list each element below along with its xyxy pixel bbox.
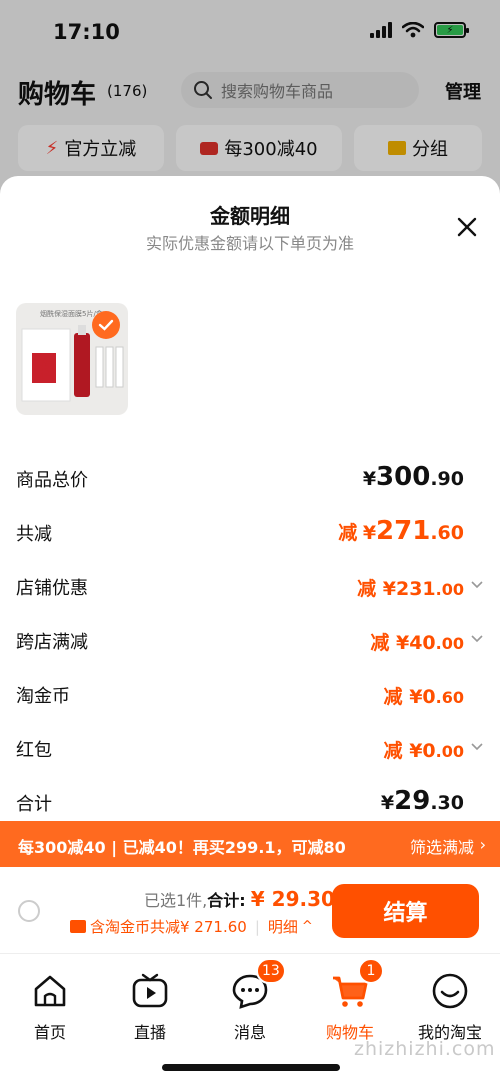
- sum-label: 合计: [16, 794, 52, 815]
- chevron-down-icon[interactable]: [470, 740, 484, 754]
- message-badge: 13: [256, 958, 286, 984]
- tab-label: 首页: [33, 1023, 66, 1042]
- tab-home[interactable]: 首页: [0, 962, 100, 1052]
- watermark-text: zhizhizhi.com: [354, 1038, 496, 1060]
- total-label: 合计:: [207, 891, 246, 910]
- row-cross-shop[interactable]: 跨店满减 减 ¥40.00: [16, 620, 484, 660]
- tab-live[interactable]: 直播: [100, 962, 200, 1052]
- checkout-button[interactable]: 结算: [332, 884, 479, 938]
- taobao-coin-value: 减 ¥0.60: [383, 686, 464, 708]
- select-all-checkbox[interactable]: [18, 900, 40, 922]
- shop-discount-value: 减 ¥231.00: [357, 578, 464, 600]
- row-shop-discount[interactable]: 店铺优惠 减 ¥231.00: [16, 566, 484, 606]
- sum-value: ¥29.30: [380, 786, 464, 816]
- red-packet-value: 减 ¥0.00: [383, 740, 464, 762]
- divider: |: [254, 917, 260, 936]
- filter-full-reduction-link[interactable]: 筛选满减: [410, 834, 474, 858]
- cart-badge: 1: [358, 958, 384, 984]
- close-icon[interactable]: [452, 212, 482, 242]
- product-thumbnail[interactable]: 烟酰保湿面膜5片/盒 润: [16, 303, 128, 415]
- total-price-label: 商品总价: [16, 470, 88, 491]
- selected-summary: 已选1件,合计: ¥ 29.30: [144, 887, 335, 911]
- taobao-coin-label: 淘金币: [16, 686, 70, 707]
- tab-label: 直播: [133, 1023, 166, 1042]
- total-reduce-label: 共减: [16, 524, 52, 545]
- live-play-icon: [132, 973, 168, 1008]
- selected-check-icon[interactable]: [92, 311, 120, 339]
- coupon-ticket-icon: [70, 920, 86, 933]
- chevron-down-icon[interactable]: [470, 632, 484, 646]
- total-reduce-value: 减 ¥271.60: [338, 516, 464, 546]
- row-red-packet[interactable]: 红包 减 ¥0.00: [16, 728, 484, 768]
- detail-link[interactable]: 明细: [268, 916, 298, 937]
- smile-face-icon: [432, 973, 468, 1009]
- row-taobao-coin: 淘金币 减 ¥0.60: [16, 674, 484, 714]
- chevron-up-icon: ^: [301, 919, 313, 934]
- row-sum: 合计 ¥29.30: [16, 782, 484, 822]
- tab-label: 消息: [233, 1023, 266, 1042]
- full-reduction-promo-bar[interactable]: 每300减40 | 已减40！再买299.1，可减80 筛选满减 ›: [0, 821, 500, 867]
- coin-discount-text: 含淘金币共减¥ 271.60: [90, 918, 247, 936]
- selected-count: 已选1件,: [144, 891, 208, 910]
- row-total-reduce: 共减 减 ¥271.60: [16, 512, 484, 552]
- red-packet-label: 红包: [16, 740, 52, 761]
- tab-messages[interactable]: 13 消息: [200, 958, 300, 1052]
- checkout-total: ¥ 29.30: [250, 887, 335, 911]
- sheet-title: 金额明细: [210, 204, 290, 228]
- discount-summary[interactable]: 含淘金币共减¥ 271.60 | 明细 ^: [70, 916, 313, 937]
- total-price-value: ¥300.90: [362, 462, 464, 492]
- chevron-right-icon: ›: [479, 835, 486, 854]
- cross-shop-label: 跨店满减: [16, 632, 88, 653]
- sheet-subtitle: 实际优惠金额请以下单页为准: [145, 234, 354, 253]
- row-total-price: 商品总价 ¥300.90: [16, 458, 484, 498]
- shop-discount-label: 店铺优惠: [16, 578, 88, 599]
- chevron-down-icon[interactable]: [470, 578, 484, 592]
- promo-text: 每300减40 | 已减40！再买299.1，可减80: [18, 838, 346, 857]
- home-indicator: [162, 1064, 340, 1071]
- checkout-bar: 已选1件,合计: ¥ 29.30 含淘金币共减¥ 271.60 | 明细 ^ 结…: [0, 867, 500, 953]
- home-icon: [34, 975, 66, 1007]
- cross-shop-value: 减 ¥40.00: [370, 632, 464, 654]
- product-brand-glyph: 润: [37, 357, 57, 381]
